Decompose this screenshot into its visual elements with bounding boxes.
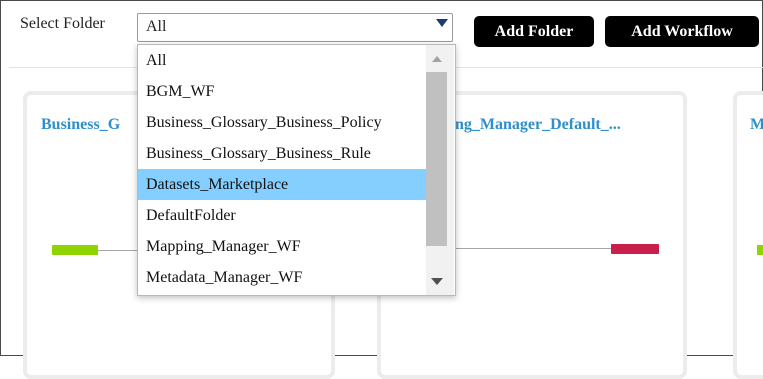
dropdown-option-business-glossary-business-policy[interactable]: Business_Glossary_Business_Policy [138, 107, 426, 138]
workflow-edge [98, 250, 138, 251]
workflow-card-title[interactable]: ng_Manager_Default_... [455, 116, 621, 134]
dropdown-option-metadata-manager-wf[interactable]: Metadata_Manager_WF [138, 262, 426, 293]
scroll-up-arrow-icon[interactable] [432, 56, 442, 62]
dropdown-option-all[interactable]: All [138, 45, 426, 76]
add-workflow-button[interactable]: Add Workflow [605, 16, 759, 47]
workflow-card[interactable]: M [733, 91, 763, 379]
workflow-edge [455, 248, 611, 249]
select-folder-label: Select Folder [20, 15, 105, 32]
workflow-end-node[interactable] [611, 244, 659, 254]
dropdown-option-defaultfolder[interactable]: DefaultFolder [138, 200, 426, 231]
dropdown-scrollbar-thumb[interactable] [426, 72, 447, 246]
scroll-down-arrow-icon[interactable] [431, 278, 443, 285]
dropdown-option-datasets-marketplace[interactable]: Datasets_Marketplace [138, 169, 426, 200]
workflow-start-node[interactable] [757, 245, 763, 255]
dropdown-option-business-glossary-business-rule[interactable]: Business_Glossary_Business_Rule [138, 138, 426, 169]
dropdown-option-bgm-wf[interactable]: BGM_WF [138, 76, 426, 107]
folder-select-value: All [146, 18, 167, 35]
chevron-down-icon[interactable] [436, 19, 448, 27]
workflow-card-title[interactable]: M [750, 116, 763, 134]
folder-select[interactable]: All [137, 13, 453, 42]
dropdown-option-mapping-manager-wf[interactable]: Mapping_Manager_WF [138, 231, 426, 262]
folder-dropdown-list[interactable]: All BGM_WF Business_Glossary_Business_Po… [137, 44, 456, 296]
workflow-start-node[interactable] [52, 245, 98, 255]
workflow-card-title[interactable]: Business_G [41, 116, 120, 134]
add-folder-button[interactable]: Add Folder [474, 16, 594, 47]
